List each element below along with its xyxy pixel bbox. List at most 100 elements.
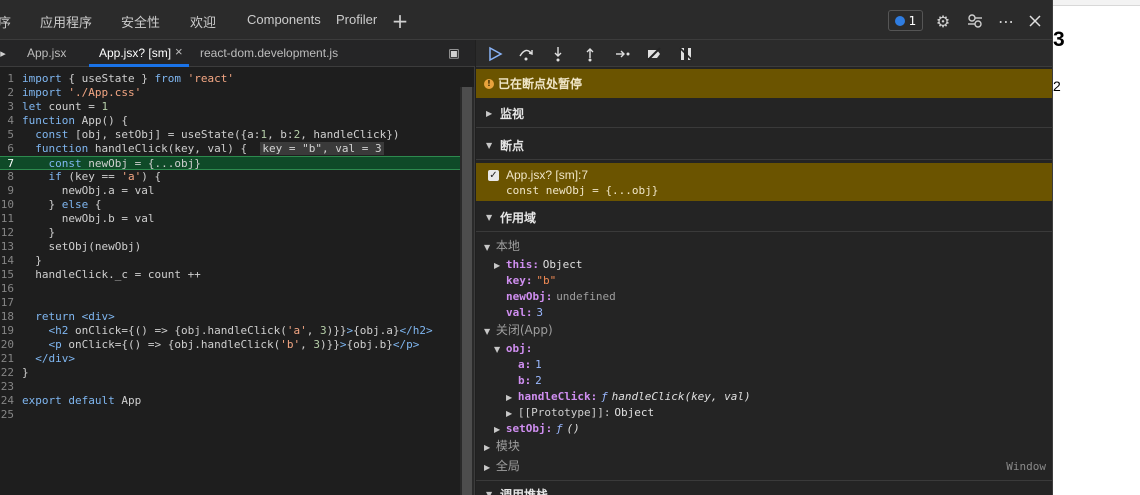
code-line[interactable]: 6 function handleClick(key, val) { key =…	[0, 142, 460, 156]
file-tab-app-jsx[interactable]: App.jsx	[27, 46, 66, 60]
gear-icon[interactable]: ⚙	[932, 10, 954, 32]
code-line[interactable]: 15 handleClick._c = count ++	[0, 268, 460, 282]
tab-security[interactable]: 安全性	[121, 12, 160, 31]
breakpoint-code: const newObj = {...obj}	[506, 184, 659, 197]
add-tab-icon[interactable]: +	[389, 9, 411, 33]
code-line[interactable]: 13 setObj(newObj)	[0, 240, 460, 254]
tab-components[interactable]: Components	[247, 12, 321, 27]
scope-local[interactable]: ▼ 本地	[484, 238, 520, 254]
expand-arrow-icon: ▶	[494, 425, 501, 434]
source-editor-pane: ▸ App.jsx App.jsx? [sm] × react-dom.deve…	[0, 40, 475, 495]
scope-prop-b[interactable]: b: 2	[518, 372, 542, 388]
expand-arrow-icon: ▶	[494, 261, 501, 270]
toggle-debugger-sidebar-icon[interactable]: ▣	[443, 42, 465, 64]
scope-prop-setobj[interactable]: ▶ setObj: ƒ ()	[494, 420, 580, 436]
code-line[interactable]: 2 import './App.css'	[0, 86, 460, 100]
browser-edge	[1053, 0, 1140, 6]
debugger-sidebar: ! 已在断点处暂停 ▶ 监视 ▼ 断点 ✓ App.jsx? [sm]:7 co…	[476, 40, 1052, 495]
code-line[interactable]: 16	[0, 282, 460, 296]
code-line[interactable]: 3 let count = 1	[0, 100, 460, 114]
code-line[interactable]: 18 return <div>	[0, 310, 460, 324]
scope-prop-newobj[interactable]: newObj: undefined	[506, 288, 616, 304]
code-view[interactable]: 1 import { useState } from 'react' 2 impor…	[0, 72, 460, 422]
code-line[interactable]: 22}	[0, 366, 460, 380]
scope-prop-prototype[interactable]: ▶ [[Prototype]]: Object	[506, 404, 654, 420]
file-tab-react-dom[interactable]: react-dom.development.js	[200, 46, 338, 60]
warning-icon: !	[484, 78, 494, 89]
scope-module[interactable]: ▶ 模块	[484, 438, 520, 454]
scope-global[interactable]: ▶ 全局	[484, 458, 520, 474]
inline-values: key = "b", val = 3	[260, 142, 384, 155]
tab-profiler[interactable]: Profiler	[336, 12, 377, 27]
code-line[interactable]: 14 }	[0, 254, 460, 268]
preview-heading[interactable]: 3	[1053, 28, 1065, 52]
customize-icon[interactable]	[964, 10, 986, 32]
step-into-icon[interactable]	[547, 43, 569, 65]
code-line[interactable]: 1 import { useState } from 'react'	[0, 72, 460, 86]
scope-prop-key[interactable]: key: "b"	[506, 272, 556, 288]
code-line[interactable]: 9 newObj.a = val	[0, 184, 460, 198]
step-over-icon[interactable]	[515, 43, 537, 65]
expand-arrow-icon: ▶	[484, 463, 491, 472]
collapse-arrow-icon: ▼	[486, 141, 493, 150]
scope-closure[interactable]: ▼ 关闭(App)	[484, 322, 553, 338]
code-line[interactable]: 17	[0, 296, 460, 310]
code-line[interactable]: 4 function App() {	[0, 114, 460, 128]
collapse-arrow-icon: ▼	[486, 213, 493, 222]
code-line[interactable]: 20 <p onClick={() => {obj.handleClick('b…	[0, 338, 460, 352]
breakpoint-entry[interactable]: ✓ App.jsx? [sm]:7 const newObj = {...obj…	[476, 163, 1052, 201]
code-line[interactable]: 19 <h2 onClick={() => {obj.handleClick('…	[0, 324, 460, 338]
navigator-toggle-icon[interactable]: ▸	[0, 42, 14, 64]
breakpoint-checkbox[interactable]: ✓	[488, 170, 499, 181]
file-tab-app-jsx-sm[interactable]: App.jsx? [sm]	[99, 46, 171, 60]
scope-prop-a[interactable]: a: 1	[518, 356, 542, 372]
code-line[interactable]: 23	[0, 380, 460, 394]
global-scope-value: Window	[1006, 460, 1046, 473]
code-line-paused[interactable]: 7 const newObj = {...obj}	[0, 156, 460, 170]
pause-on-exceptions-icon[interactable]	[675, 43, 697, 65]
issues-button[interactable]: 1	[888, 10, 923, 31]
scope-prop-handleclick[interactable]: ▶ handleClick: ƒ handleClick(key, val)	[506, 388, 751, 404]
scope-prop-val[interactable]: val: 3	[506, 304, 543, 320]
editor-scrollbar[interactable]	[460, 87, 474, 495]
code-line[interactable]: 8 if (key == 'a') {	[0, 170, 460, 184]
panel-tab-strip: 序 应用程序 安全性 欢迎 Components Profiler + 1 ⚙ …	[0, 0, 1052, 40]
scope-section-header[interactable]: ▼ 作用域	[476, 204, 1052, 232]
preview-paragraph[interactable]: 2	[1053, 78, 1061, 94]
debugger-toolbar	[476, 40, 1052, 67]
code-line[interactable]: 12 }	[0, 226, 460, 240]
collapse-arrow-icon: ▼	[484, 327, 491, 336]
issues-icon	[894, 15, 905, 26]
close-icon[interactable]	[1024, 10, 1046, 32]
code-line[interactable]: 10 } else {	[0, 198, 460, 212]
step-out-icon[interactable]	[579, 43, 601, 65]
code-line[interactable]: 25	[0, 408, 460, 422]
collapse-arrow-icon: ▼	[494, 345, 501, 354]
close-tab-icon[interactable]: ×	[175, 44, 183, 59]
code-line[interactable]: 21 </div>	[0, 352, 460, 366]
code-line[interactable]: 24 export default App	[0, 394, 460, 408]
code-line[interactable]: 5 const [obj, setObj] = useState({a:1, b…	[0, 128, 460, 142]
scope-prop-obj[interactable]: ▼ obj:	[494, 340, 532, 356]
breakpoint-location: App.jsx? [sm]:7	[506, 168, 589, 182]
tab-sources-partial[interactable]: 序	[0, 12, 11, 31]
resume-icon[interactable]	[484, 43, 506, 65]
deactivate-breakpoints-icon[interactable]	[643, 43, 665, 65]
app-preview: 3 2	[1052, 0, 1140, 495]
active-tab-indicator	[89, 64, 189, 67]
collapse-arrow-icon: ▼	[484, 243, 491, 252]
more-options-icon[interactable]: ⋯	[995, 10, 1017, 32]
expand-arrow-icon: ▶	[486, 109, 493, 118]
code-line[interactable]: 11 newObj.b = val	[0, 212, 460, 226]
callstack-section-header[interactable]: ▼ 调用堆栈	[476, 480, 1052, 495]
tab-welcome[interactable]: 欢迎	[190, 12, 216, 31]
watch-section-header[interactable]: ▶ 监视	[476, 100, 1052, 128]
scrollbar-thumb[interactable]	[462, 87, 472, 495]
issues-count: 1	[908, 13, 917, 28]
file-tab-strip: ▸ App.jsx App.jsx? [sm] × react-dom.deve…	[0, 40, 475, 67]
breakpoints-section-header[interactable]: ▼ 断点	[476, 132, 1052, 160]
expand-arrow-icon: ▶	[484, 443, 491, 452]
step-icon[interactable]	[611, 43, 633, 65]
tab-application[interactable]: 应用程序	[40, 12, 92, 31]
scope-prop-this[interactable]: ▶ this: Object	[494, 256, 583, 272]
